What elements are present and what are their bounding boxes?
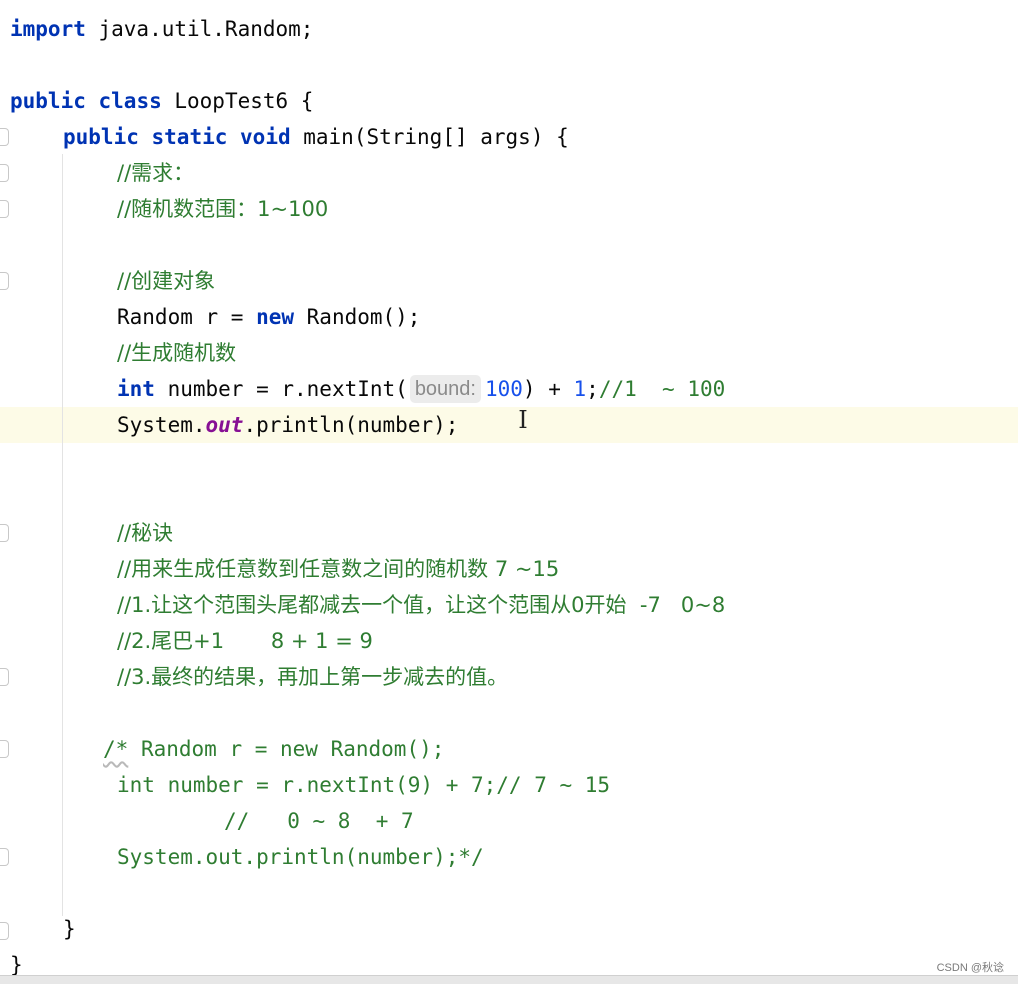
static-field: out (205, 413, 244, 437)
code-line-3[interactable]: public class LoopTest6 { (10, 83, 313, 119)
fold-gutter (0, 0, 12, 975)
code-line-5[interactable]: //需求： (117, 155, 194, 191)
fold-marker-icon[interactable] (0, 740, 9, 758)
code-line-21[interactable]: /* Random r = new Random(); (103, 731, 444, 767)
code-line-24[interactable]: System.out.println(number);*/ (117, 839, 484, 875)
code-text: LoopTest6 { (161, 89, 314, 113)
code-line-26[interactable]: } (63, 911, 76, 947)
code-line-10[interactable]: //生成随机数 (117, 335, 236, 371)
fold-marker-icon[interactable] (0, 668, 9, 686)
block-comment-text: Random r = new Random(); (128, 737, 445, 761)
code-text: Random(); (294, 305, 421, 329)
keyword: static (151, 125, 228, 149)
indent-guide (62, 154, 63, 916)
code-line-19[interactable]: //3.最终的结果，再加上第一步减去的值。 (117, 659, 508, 695)
code-line-9[interactable]: Random r = new Random(); (117, 299, 420, 335)
code-text: ) + (522, 377, 574, 401)
keyword: class (98, 89, 162, 113)
block-comment-open: /* (103, 737, 129, 761)
code-line-17[interactable]: //1.让这个范围头尾都减去一个值，让这个范围从0开始 -7 0~8 (117, 587, 725, 623)
code-text: ; (586, 377, 599, 401)
code-line-15[interactable]: //秘诀 (117, 515, 173, 551)
parameter-hint: bound: (409, 375, 481, 403)
keyword: public (10, 89, 86, 113)
fold-marker-icon[interactable] (0, 848, 9, 866)
text-cursor-icon: I (518, 406, 528, 434)
code-editor[interactable]: import java.util.Random; public class Lo… (0, 0, 1018, 977)
number-literal: 100 (484, 377, 523, 401)
keyword: public (63, 125, 139, 149)
fold-marker-icon[interactable] (0, 922, 9, 940)
fold-marker-icon[interactable] (0, 128, 9, 146)
code-line-16[interactable]: //用来生成任意数到任意数之间的随机数 7 ~15 (117, 551, 559, 587)
code-line-6[interactable]: //随机数范围：1~100 (117, 191, 328, 227)
fold-marker-icon[interactable] (0, 200, 9, 218)
code-text: System. (117, 413, 206, 437)
code-line-4[interactable]: public static void main(String[] args) { (63, 119, 569, 155)
code-line-1[interactable]: import java.util.Random; (10, 11, 313, 47)
keyword: new (256, 305, 295, 329)
code-text: Random r = (117, 305, 257, 329)
fold-marker-icon[interactable] (0, 272, 9, 290)
fold-marker-icon[interactable] (0, 164, 9, 182)
keyword: int (117, 377, 155, 401)
code-line-23[interactable]: // 0 ~ 8 + 7 (224, 803, 414, 839)
code-line-11[interactable]: int number = r.nextInt(bound: 100) + 1;//… (117, 371, 725, 407)
code-line-22[interactable]: int number = r.nextInt(9) + 7;// 7 ~ 15 (117, 767, 610, 803)
code-line-8[interactable]: //创建对象 (117, 263, 215, 299)
keyword: import (10, 17, 86, 41)
code-line-12[interactable]: System.out.println(number); (117, 407, 458, 443)
code-text: number = r.nextInt( (154, 377, 408, 401)
number-literal: 1 (573, 377, 587, 401)
code-text: java.util.Random; (85, 17, 314, 41)
keyword: void (240, 125, 291, 149)
watermark: CSDN @秋谂 (936, 962, 1004, 974)
fold-marker-icon[interactable] (0, 524, 9, 542)
code-text: .println(number); (243, 413, 459, 437)
code-line-18[interactable]: //2.尾巴+1 8 + 1 = 9 (117, 623, 373, 659)
line-comment: //1 ~ 100 (598, 377, 726, 401)
code-text: main(String[] args) { (290, 125, 569, 149)
